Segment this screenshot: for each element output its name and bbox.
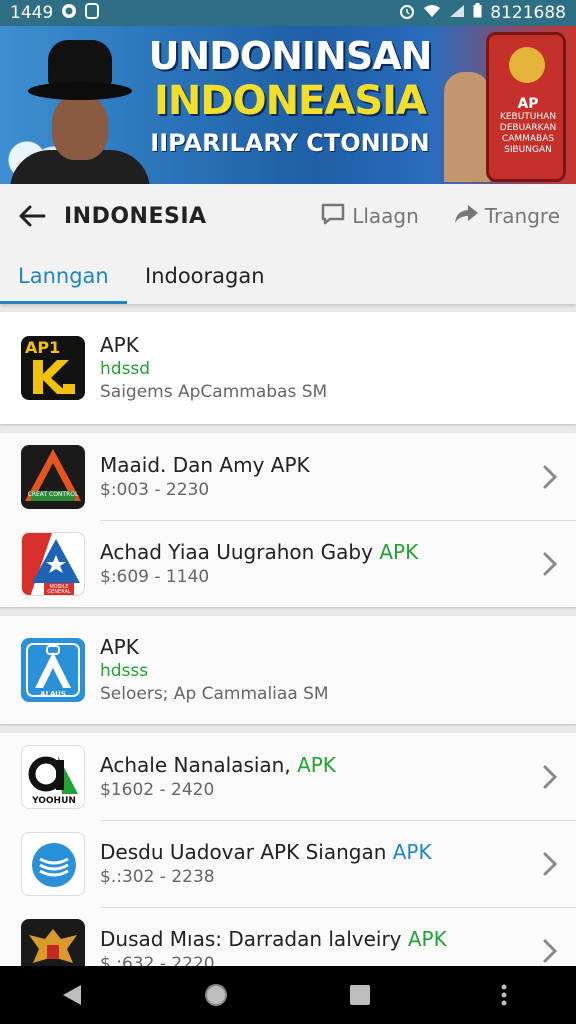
share-button[interactable]: Trangre <box>453 203 560 230</box>
tab-bar: Lanngan Indooragan <box>0 248 576 304</box>
app-subtitle: $.:302 - 2238 <box>100 866 215 887</box>
app-title-text: Achale Nanalasian, <box>100 752 291 777</box>
page-title: INDONESIA <box>64 203 207 229</box>
app-title-text: Achad Yiaa Uugrahon Gaby <box>100 539 373 564</box>
chevron-right-icon[interactable] <box>530 851 570 877</box>
list-item[interactable]: YOOHUN Achale Nanalasian, APK $1602 - 24… <box>0 733 576 820</box>
share-label: Trangre <box>484 204 560 228</box>
list-item[interactable]: Desdu Uadovar APK Siangan APK $.:302 - 2… <box>0 820 576 907</box>
app-title: APK <box>100 333 139 357</box>
home-circle-icon[interactable] <box>186 966 246 1024</box>
garuda-emblem-icon <box>509 47 545 83</box>
apk-label: APK <box>297 752 336 777</box>
app-subtitle: $1602 - 2420 <box>100 779 215 800</box>
app-title: Dusad Mıas: Darradan lalveiry APK <box>100 926 530 952</box>
apk-label: APK <box>407 926 447 951</box>
icon-text: YOOHUN <box>32 795 76 806</box>
banner-line-2: INDONEASIA <box>154 78 427 124</box>
app-icon-blue-a: ALAUS <box>21 638 85 702</box>
recents-square-icon[interactable] <box>330 966 390 1024</box>
wifi-icon <box>423 3 441 23</box>
comment-label: Llaagn <box>352 204 419 228</box>
phone-illustration: AP KEBUTUHAN DEBUARKAN CAMMABAS SIBUNGAN <box>486 32 566 182</box>
back-triangle-icon[interactable] <box>42 966 102 1024</box>
app-list: AP1 APK hdssd Saigems ApCammabas SM CREA… <box>0 312 576 1003</box>
battery-text: 8121688 <box>490 3 566 23</box>
status-bar: 1449 8121688 <box>0 0 576 26</box>
chevron-right-icon[interactable] <box>530 938 570 964</box>
app-icon-green-a: YOOHUN <box>21 744 85 809</box>
promo-banner[interactable]: UNDONINSAN INDONEASIA IIPARILARY CTONIDN… <box>0 26 576 184</box>
alarm-icon <box>399 3 415 24</box>
list-item[interactable]: MOBILE GENERAL Achad Yiaa Uugrahon Gaby … <box>0 520 576 607</box>
app-title: APK <box>100 635 139 659</box>
app-title: Maaid. Dan Amy APK <box>100 452 310 477</box>
chevron-right-icon[interactable] <box>530 464 570 490</box>
app-title-text: Dusad Mıas: Darradan lalveiry <box>100 926 402 951</box>
phone-title: AP <box>517 96 539 112</box>
apk-label: APK <box>379 539 419 564</box>
more-dots-icon[interactable] <box>474 966 534 1024</box>
app-subtitle: Saigems ApCammabas SM <box>100 382 328 402</box>
tab-lanngan[interactable]: Lanngan <box>0 248 127 304</box>
icon-text: MOBILE GENERAL <box>47 583 71 595</box>
person-face <box>52 94 108 160</box>
system-nav-bar <box>0 966 576 1024</box>
banner-headline: UNDONINSAN INDONEASIA IIPARILARY CTONIDN <box>140 34 440 160</box>
status-time: 1449 <box>10 3 54 23</box>
app-subtitle: $:609 - 1140 <box>100 566 210 587</box>
apk-label: APK <box>392 839 432 864</box>
share-icon <box>453 203 479 230</box>
app-card: YOOHUN Achale Nanalasian, APK $1602 - 24… <box>0 733 576 994</box>
tab-indooragan[interactable]: Indooragan <box>127 248 283 304</box>
hat-illustration <box>28 40 132 100</box>
camera-icon <box>61 3 77 23</box>
app-card: CREAT CONTROL Maaid. Dan Amy APK $:003 -… <box>0 433 576 607</box>
app-tag: hdsss <box>100 661 149 681</box>
banner-line-3: IIPARILARY CTONIDN <box>150 129 430 157</box>
app-subtitle: $:003 - 2230 <box>100 479 210 500</box>
banner-line-1: UNDONINSAN <box>148 34 433 78</box>
phone-text: KEBUTUHAN DEBUARKAN CAMMABAS SIBUNGAN <box>499 112 557 155</box>
list-item[interactable]: ALAUS APK hdsss Seloers; Ap Cammaliaa SM <box>0 616 576 724</box>
app-title-text: Desdu Uadovar APK Siangan <box>100 839 387 864</box>
comment-icon <box>320 202 346 231</box>
app-icon-blue-circle <box>21 831 85 896</box>
app-tag: hdssd <box>100 359 151 379</box>
app-icon-triangle-orange: CREAT CONTROL <box>21 444 85 509</box>
comment-button[interactable]: Llaagn <box>320 202 419 231</box>
app-icon-ap1: AP1 <box>21 336 85 400</box>
icon-text: ALAUS <box>40 690 66 698</box>
app-card: ALAUS APK hdsss Seloers; Ap Cammaliaa SM <box>0 616 576 724</box>
app-title: Achale Nanalasian, APK <box>100 752 530 778</box>
back-arrow-icon[interactable] <box>0 184 64 248</box>
battery-icon <box>473 3 482 23</box>
app-title: Achad Yiaa Uugrahon Gaby APK <box>100 539 530 565</box>
icon-text: AP1 <box>25 338 61 357</box>
signal-icon <box>449 3 465 23</box>
list-item[interactable]: AP1 APK hdssd Saigems ApCammabas SM <box>0 312 576 424</box>
list-item[interactable]: CREAT CONTROL Maaid. Dan Amy APK $:003 -… <box>0 433 576 520</box>
app-card: AP1 APK hdssd Saigems ApCammabas SM <box>0 312 576 424</box>
icon-text: CREAT CONTROL <box>27 490 79 498</box>
pointing-hand <box>444 72 490 182</box>
app-title: Desdu Uadovar APK Siangan APK <box>100 839 530 865</box>
app-icon-triangle-red: MOBILE GENERAL <box>21 531 85 596</box>
app-subtitle: Seloers; Ap Cammaliaa SM <box>100 684 329 704</box>
chevron-right-icon[interactable] <box>530 764 570 790</box>
chevron-right-icon[interactable] <box>530 551 570 577</box>
cast-icon <box>85 3 100 23</box>
app-bar: INDONESIA Llaagn Trangre <box>0 184 576 248</box>
